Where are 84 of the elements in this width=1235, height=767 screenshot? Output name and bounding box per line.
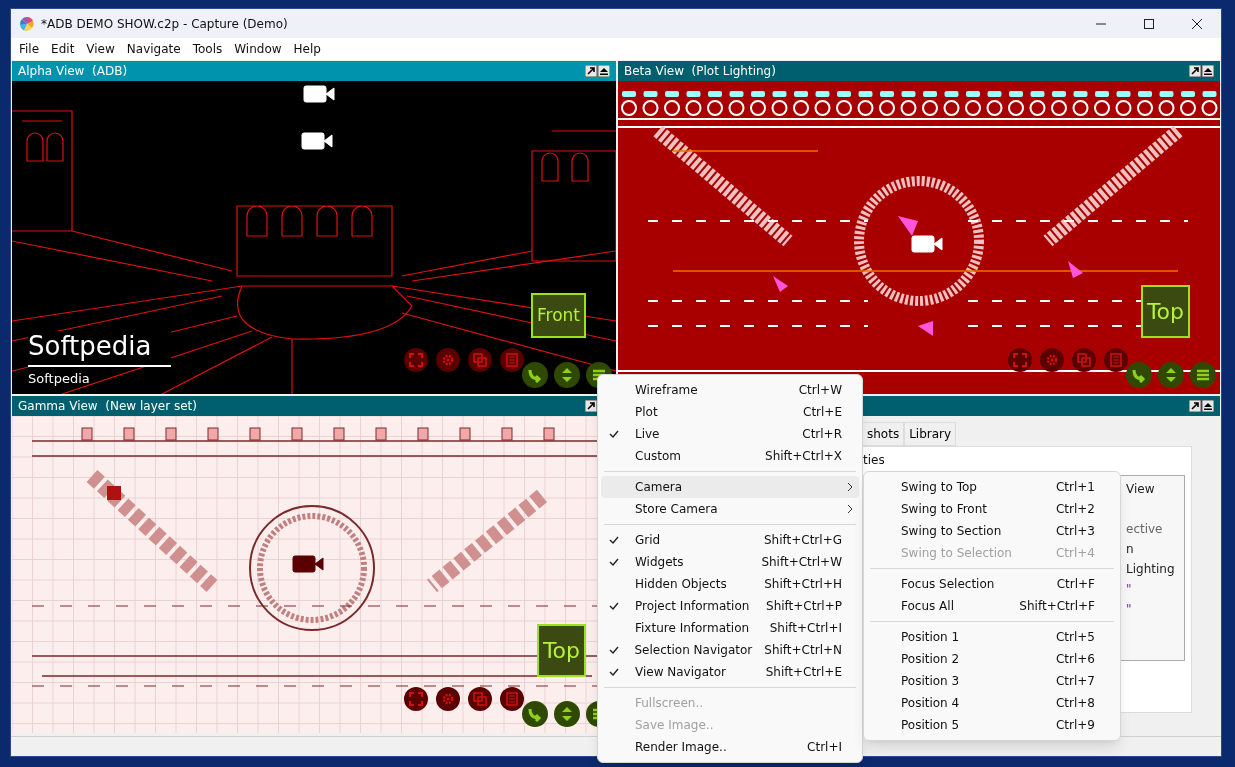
- view-title: Alpha View (ADB): [18, 63, 128, 80]
- close-icon[interactable]: [1192, 18, 1202, 29]
- list-icon[interactable]: [500, 687, 524, 711]
- menu-bar-item[interactable]: File: [13, 40, 46, 58]
- menu-item[interactable]: Position 2 Ctrl+6: [867, 648, 1117, 670]
- gear-icon[interactable]: [1040, 348, 1064, 372]
- eject-icon[interactable]: [598, 65, 610, 77]
- list-item-text: Lighting: [1126, 561, 1176, 578]
- copy-icon[interactable]: [468, 687, 492, 711]
- panel-heading: ties: [863, 452, 886, 469]
- checkmark-icon: [609, 430, 619, 438]
- window-title: *ADB DEMO SHOW.c2p - Capture (Demo): [41, 15, 288, 33]
- menu-item[interactable]: Plot Ctrl+E: [601, 401, 859, 423]
- checkmark-icon: [609, 558, 619, 566]
- menu-item[interactable]: Project Information Shift+Ctrl+P: [601, 595, 859, 617]
- undock-icon[interactable]: [585, 400, 597, 412]
- menu-item[interactable]: Swing to Front Ctrl+2: [867, 498, 1117, 520]
- panel-tab[interactable]: shots: [862, 422, 905, 446]
- menu-item[interactable]: Swing to Top Ctrl+1: [867, 476, 1117, 498]
- selected-fixture: [107, 486, 121, 500]
- menu-item[interactable]: Selection Navigator Shift+Ctrl+N: [601, 639, 859, 661]
- menu-item[interactable]: Render Image.. Ctrl+I: [601, 736, 859, 758]
- list-icon[interactable]: [1104, 348, 1128, 372]
- list-item-text: ": [1126, 581, 1133, 598]
- fullscreen-icon[interactable]: [1008, 348, 1032, 372]
- checkmark-icon: [609, 646, 619, 654]
- panel-tab[interactable]: Library: [904, 422, 957, 446]
- swap-arrows-icon[interactable]: [554, 362, 580, 388]
- camera-icon[interactable]: [303, 85, 335, 103]
- checkmark-icon: [609, 668, 619, 676]
- menu-bar-item[interactable]: Edit: [45, 40, 81, 58]
- swap-arrows-icon[interactable]: [554, 701, 580, 727]
- camera-icon[interactable]: [911, 235, 943, 253]
- camera-view-label[interactable]: Top: [1140, 285, 1190, 338]
- menu-item[interactable]: View Navigator Shift+Ctrl+E: [601, 661, 859, 683]
- list-item-text: n: [1126, 541, 1135, 558]
- menu-item[interactable]: Position 4 Ctrl+8: [867, 692, 1117, 714]
- menu-item[interactable]: Position 1 Ctrl+5: [867, 626, 1117, 648]
- chevron-right-icon: [847, 482, 853, 492]
- eject-icon[interactable]: [1202, 65, 1214, 77]
- menu-item[interactable]: Position 5 Ctrl+9: [867, 714, 1117, 736]
- menu-item[interactable]: Swing to Section Ctrl+3: [867, 520, 1117, 542]
- project-title: Softpedia: [28, 330, 172, 367]
- maximize-icon[interactable]: [1144, 18, 1154, 29]
- camera-view-label[interactable]: Front: [531, 292, 586, 338]
- menu-bar-item[interactable]: Window: [228, 40, 288, 58]
- undock-icon[interactable]: [1189, 65, 1201, 77]
- view-title: Beta View (Plot Lighting): [624, 63, 776, 80]
- menu-item[interactable]: Fixture Information Shift+Ctrl+I: [601, 617, 859, 639]
- fullscreen-icon[interactable]: [404, 687, 428, 711]
- menu-item[interactable]: Position 3 Ctrl+7: [867, 670, 1117, 692]
- list-item-text: ": [1126, 601, 1133, 618]
- eject-icon[interactable]: [1202, 400, 1214, 412]
- menu-item[interactable]: Custom Shift+Ctrl+X: [601, 445, 859, 467]
- menu-item[interactable]: Hidden Objects Shift+Ctrl+H: [601, 573, 859, 595]
- menu-item[interactable]: Widgets Shift+Ctrl+W: [601, 551, 859, 573]
- app-logo-icon: [19, 15, 35, 32]
- view-title: Gamma View (New layer set): [18, 398, 197, 415]
- undock-icon[interactable]: [1189, 400, 1201, 412]
- chevron-right-icon: [847, 504, 853, 514]
- camera-icon[interactable]: [292, 555, 324, 573]
- menu-item[interactable]: Live Ctrl+R: [601, 423, 859, 445]
- menu-item[interactable]: Focus Selection Ctrl+F: [867, 573, 1117, 595]
- menu-item[interactable]: Focus All Shift+Ctrl+F: [867, 595, 1117, 617]
- undock-icon[interactable]: [585, 65, 597, 77]
- menu-item[interactable]: Camera: [601, 476, 859, 498]
- list-item-text: View: [1126, 481, 1156, 498]
- menu-bar-item[interactable]: Help: [287, 40, 327, 58]
- menu-bar-item[interactable]: View: [80, 40, 121, 58]
- project-subtitle: Softpedia: [28, 369, 91, 388]
- menu-item[interactable]: Store Camera: [601, 498, 859, 520]
- checkmark-icon: [609, 602, 619, 610]
- menu-item[interactable]: Wireframe Ctrl+W: [601, 379, 859, 401]
- menu-bar-item[interactable]: Navigate: [120, 40, 187, 58]
- list-item-text: ective: [1126, 521, 1164, 538]
- copy-icon[interactable]: [1072, 348, 1096, 372]
- menu-bar-item[interactable]: Tools: [186, 40, 229, 58]
- gear-icon[interactable]: [436, 687, 460, 711]
- checkmark-icon: [609, 536, 619, 544]
- menu-item[interactable]: Grid Shift+Ctrl+G: [601, 529, 859, 551]
- camera-icon[interactable]: [301, 132, 333, 150]
- swap-arrows-icon[interactable]: [1158, 362, 1184, 388]
- camera-view-label[interactable]: Top: [536, 624, 586, 677]
- menu-icon[interactable]: [1190, 362, 1216, 388]
